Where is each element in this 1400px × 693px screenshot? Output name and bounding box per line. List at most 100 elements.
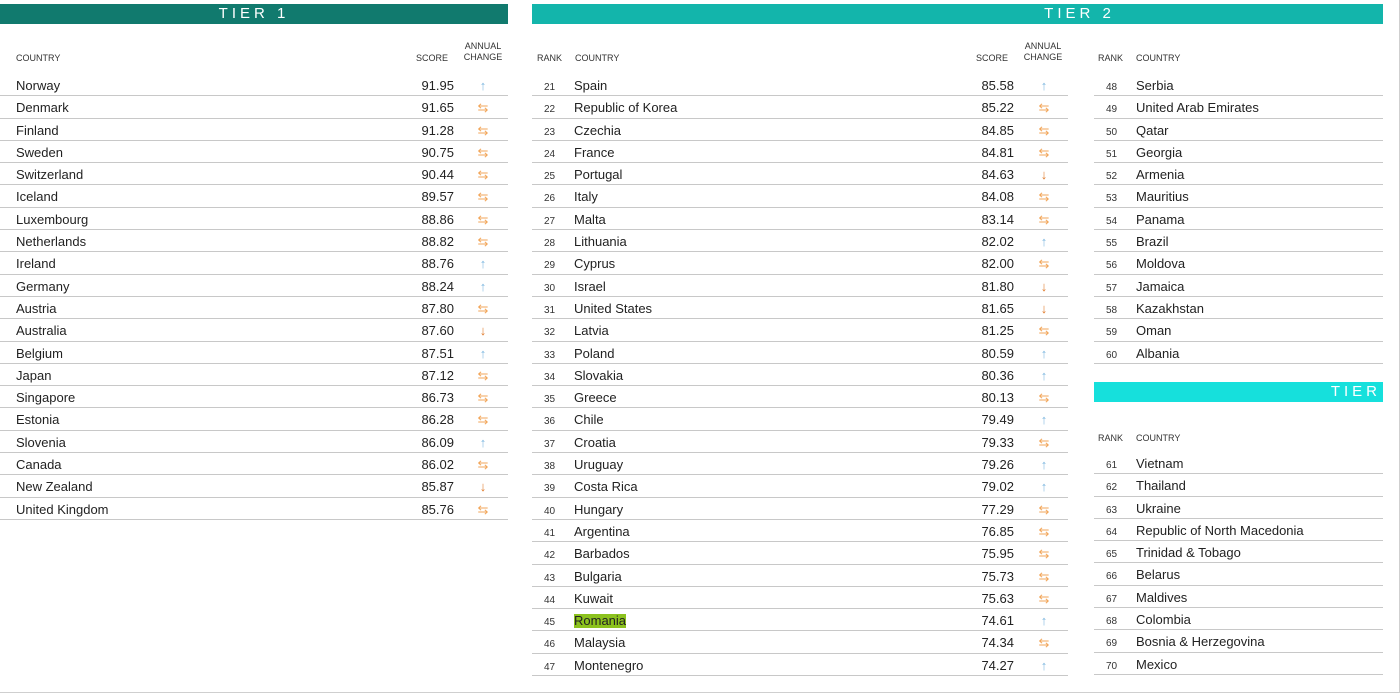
rank-cell: 56	[1106, 260, 1118, 272]
score-cell: 77.29	[981, 501, 1014, 517]
country-cell: Mexico	[1136, 656, 1178, 672]
change-down-icon: ↓	[1040, 278, 1048, 294]
country-cell: Malta	[574, 211, 606, 227]
rank-cell: 41	[544, 527, 556, 539]
rank-cell: 36	[544, 416, 556, 428]
country-cell: United Arab Emirates	[1136, 100, 1259, 116]
score-cell: 86.02	[421, 457, 454, 473]
table-row: 31 United States 81.65 ↓	[532, 297, 1068, 320]
table-row: Finland 91.28 ⇆	[0, 119, 508, 141]
tier1-country-header: COUNTRY	[16, 53, 61, 63]
country-cell: Slovenia	[16, 434, 66, 450]
country-cell: Switzerland	[16, 167, 84, 183]
country-cell: Latvia	[574, 323, 609, 339]
table-row: Canada 86.02 ⇆	[0, 453, 508, 476]
score-cell: 91.65	[421, 100, 454, 116]
change-down-icon: ↓	[1040, 167, 1048, 183]
country-cell: Ireland	[16, 256, 56, 272]
country-cell: Spain	[574, 78, 608, 93]
table-row: 64 Republic of North Macedonia	[1094, 519, 1383, 542]
change-same-icon: ⇆	[1038, 211, 1050, 227]
table-row: 23 Czechia 84.85 ⇆	[532, 119, 1068, 141]
score-cell: 81.65	[981, 300, 1014, 316]
tier3-title: TIER	[1330, 383, 1381, 400]
country-cell: Maldives	[1136, 589, 1188, 605]
country-cell: Cyprus	[574, 256, 616, 272]
table-row: 46 Malaysia 74.34 ⇆	[532, 631, 1068, 654]
tier2-cont-table: 48 Serbia 49 United Arab Emirates 50 Qatar 51 G…	[1094, 74, 1383, 364]
rank-cell: 69	[1106, 638, 1118, 650]
change-same-icon: ⇆	[477, 457, 489, 473]
table-row: 63 Ukraine	[1094, 497, 1383, 519]
score-cell: 82.02	[981, 234, 1014, 250]
change-same-icon: ⇆	[1038, 256, 1050, 272]
country-cell: Luxembourg	[16, 211, 89, 227]
rank-cell: 30	[544, 282, 556, 294]
table-row: 43 Bulgaria 75.73 ⇆	[532, 565, 1068, 587]
table-row: 59 Oman	[1094, 319, 1383, 342]
table-row: 29 Cyprus 82.00 ⇆	[532, 252, 1068, 275]
rank-cell: 44	[544, 594, 556, 606]
tier2-score-header: SCORE	[976, 53, 1009, 63]
rank-cell: 27	[544, 215, 556, 227]
change-same-icon: ⇆	[477, 211, 489, 227]
country-cell: Panama	[1136, 211, 1185, 227]
change-same-icon: ⇆	[477, 412, 489, 428]
country-cell: Trinidad & Tobago	[1136, 545, 1241, 561]
rank-cell: 22	[544, 104, 556, 116]
table-row: 36 Chile 79.49 ↑	[532, 408, 1068, 431]
rank-cell: 61	[1106, 460, 1118, 471]
rank-cell: 21	[544, 82, 556, 93]
country-cell: Barbados	[574, 546, 630, 562]
rank-cell: 45	[544, 617, 556, 629]
table-row: 27 Malta 83.14 ⇆	[532, 208, 1068, 231]
country-cell: Brazil	[1136, 234, 1169, 250]
table-row: Denmark 91.65 ⇆	[0, 96, 508, 119]
score-cell: 87.60	[421, 323, 454, 339]
score-cell: 91.28	[421, 122, 454, 138]
table-row: 28 Lithuania 82.02 ↑	[532, 230, 1068, 253]
country-cell: Norway	[16, 78, 61, 93]
country-cell: United States	[574, 300, 653, 316]
score-cell: 80.59	[981, 345, 1014, 361]
score-cell: 83.14	[981, 211, 1014, 227]
table-row: Ireland 88.76 ↑	[0, 252, 508, 275]
country-cell: Ukraine	[1136, 500, 1181, 516]
country-cell: Jamaica	[1136, 278, 1185, 294]
change-up-icon: ↑	[1040, 479, 1048, 495]
rank-cell: 33	[544, 349, 556, 361]
country-cell: Malaysia	[574, 635, 626, 651]
table-row: United Kingdom 85.76 ⇆	[0, 498, 508, 520]
score-cell: 81.80	[981, 278, 1014, 294]
tier3-table: 61 Vietnam 62 Thailand 63 Ukraine 64 Republic o…	[1094, 452, 1383, 675]
score-cell: 82.00	[981, 256, 1014, 272]
rank-cell: 57	[1106, 282, 1118, 294]
score-cell: 89.57	[421, 189, 454, 205]
tier2-cont-country-header: COUNTRY	[1136, 53, 1181, 63]
table-row: 33 Poland 80.59 ↑	[532, 342, 1068, 364]
country-cell: Australia	[16, 323, 67, 339]
country-cell: Costa Rica	[574, 479, 638, 495]
change-same-icon: ⇆	[1038, 434, 1050, 450]
score-cell: 85.76	[421, 501, 454, 517]
rank-cell: 52	[1106, 171, 1118, 183]
table-row: 32 Latvia 81.25 ⇆	[532, 319, 1068, 342]
rank-cell: 51	[1106, 148, 1118, 160]
country-cell: Argentina	[574, 523, 630, 539]
country-cell: United Kingdom	[16, 501, 109, 517]
score-cell: 81.25	[981, 323, 1014, 339]
country-cell: Republic of North Macedonia	[1136, 522, 1304, 538]
change-up-icon: ↑	[1040, 613, 1048, 629]
table-row: Luxembourg 88.86 ⇆	[0, 208, 508, 231]
country-cell: Japan	[16, 367, 52, 383]
annual-label: ANNUAL	[464, 41, 502, 51]
rank-cell: 59	[1106, 327, 1118, 339]
rank-cell: 54	[1106, 215, 1118, 227]
country-cell: Serbia	[1136, 78, 1174, 93]
rank-cell: 60	[1106, 349, 1118, 361]
table-row: Japan 87.12 ⇆	[0, 364, 508, 387]
change-same-icon: ⇆	[477, 100, 489, 116]
table-row: 55 Brazil	[1094, 230, 1383, 253]
country-cell: Austria	[16, 300, 57, 316]
change-same-icon: ⇆	[1038, 501, 1050, 517]
